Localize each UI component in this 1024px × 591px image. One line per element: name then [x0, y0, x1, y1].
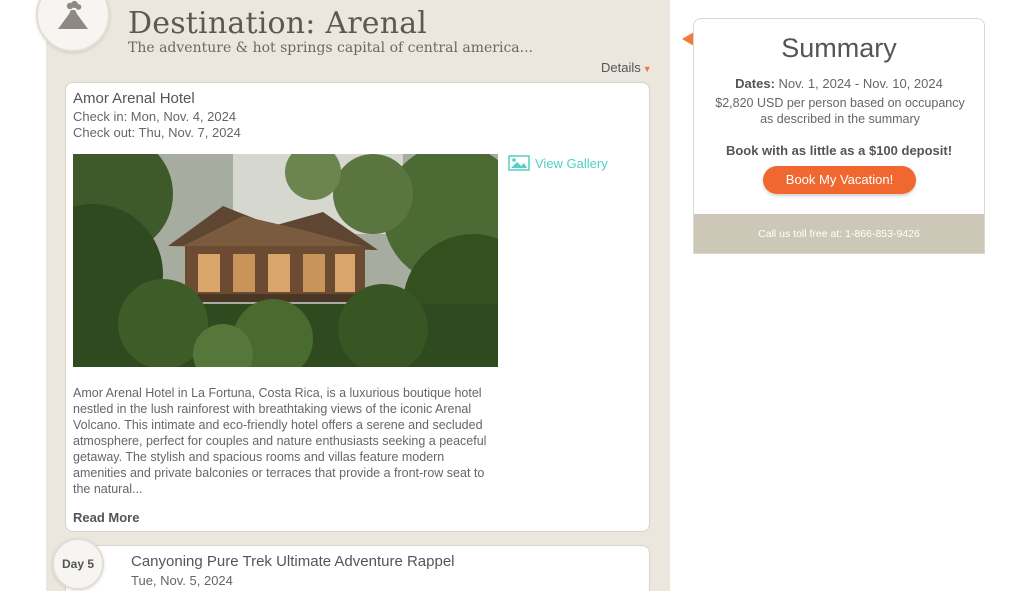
toll-free-phone: Call us toll free at: 1-866-853-9426 [694, 214, 984, 253]
hotel-photo[interactable] [73, 154, 498, 367]
hotel-card: Amor Arenal Hotel Check in: Mon, Nov. 4,… [65, 82, 650, 532]
details-toggle[interactable]: Details ▼ [601, 60, 652, 75]
summary-price: $2,820 USD per person based on occupancy… [715, 96, 965, 126]
book-vacation-button[interactable]: Book My Vacation! [763, 166, 916, 194]
hotel-photo-illustration [73, 154, 498, 367]
activity-date: Tue, Nov. 5, 2024 [131, 573, 233, 588]
dates-label: Dates: [735, 76, 775, 91]
summary-dates: Dates: Nov. 1, 2024 - Nov. 10, 2024 [694, 76, 984, 91]
deposit-note: Book with as little as a $100 deposit! [725, 143, 953, 158]
activity-title: Canyoning Pure Trek Ultimate Adventure R… [131, 553, 455, 570]
hotel-description: Amor Arenal Hotel in La Fortuna, Costa R… [73, 386, 487, 496]
view-gallery-label: View Gallery [535, 155, 608, 171]
destination-subtitle: The adventure & hot springs capital of c… [128, 40, 533, 56]
volcano-icon [58, 0, 88, 29]
image-gallery-icon [508, 155, 530, 171]
summary-panel: Summary Dates: Nov. 1, 2024 - Nov. 10, 2… [693, 18, 985, 254]
details-label: Details [601, 60, 641, 75]
dates-value: Nov. 1, 2024 - Nov. 10, 2024 [774, 76, 943, 91]
check-out-date: Check out: Thu, Nov. 7, 2024 [73, 125, 241, 140]
destination-title: Destination: Arenal [128, 6, 428, 41]
view-gallery-link[interactable]: View Gallery [508, 155, 608, 171]
summary-title: Summary [781, 33, 897, 63]
read-more-link[interactable]: Read More [73, 510, 139, 525]
caret-down-icon: ▼ [642, 64, 652, 74]
check-in-date: Check in: Mon, Nov. 4, 2024 [73, 109, 237, 124]
day-badge: Day 5 [52, 538, 104, 590]
hotel-name: Amor Arenal Hotel [73, 90, 195, 107]
